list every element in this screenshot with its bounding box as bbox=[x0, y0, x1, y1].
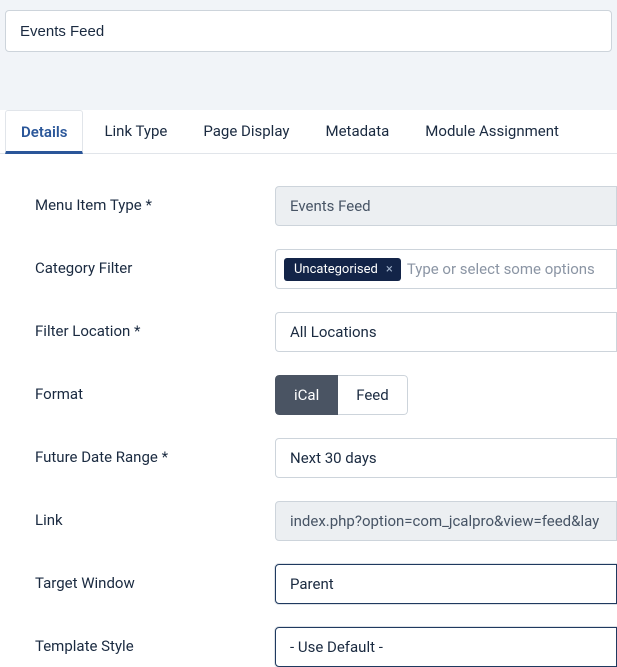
tab-page-display[interactable]: Page Display bbox=[188, 110, 304, 153]
menu-item-type-field[interactable]: Events Feed bbox=[275, 186, 617, 226]
label-future-date-range: Future Date Range * bbox=[35, 438, 275, 466]
format-feed-button[interactable]: Feed bbox=[338, 375, 408, 415]
format-toggle: iCal Feed bbox=[275, 375, 408, 415]
label-format: Format bbox=[35, 375, 275, 403]
filter-location-select[interactable]: All Locations bbox=[275, 312, 617, 352]
category-filter-placeholder: Type or select some options bbox=[407, 260, 595, 278]
tab-metadata[interactable]: Metadata bbox=[310, 110, 404, 153]
label-menu-item-type: Menu Item Type * bbox=[35, 186, 275, 214]
category-tag-label: Uncategorised bbox=[294, 262, 378, 277]
link-field: index.php?option=com_jcalpro&view=feed&l… bbox=[275, 501, 617, 541]
tab-details[interactable]: Details bbox=[5, 110, 83, 154]
target-window-select[interactable]: Parent bbox=[275, 564, 617, 604]
tag-remove-icon[interactable]: × bbox=[384, 262, 395, 277]
label-category-filter: Category Filter bbox=[35, 249, 275, 277]
format-ical-button[interactable]: iCal bbox=[275, 375, 338, 415]
template-style-select[interactable]: - Use Default - bbox=[275, 627, 617, 667]
label-template-style: Template Style bbox=[35, 627, 275, 655]
label-link: Link bbox=[35, 501, 275, 529]
category-filter-field[interactable]: Uncategorised × Type or select some opti… bbox=[275, 249, 617, 289]
label-target-window: Target Window bbox=[35, 564, 275, 592]
tab-link-type[interactable]: Link Type bbox=[89, 110, 182, 153]
details-panel: Menu Item Type * Events Feed Category Fi… bbox=[0, 154, 617, 667]
tabs: Details Link Type Page Display Metadata … bbox=[0, 110, 617, 154]
category-tag: Uncategorised × bbox=[284, 258, 401, 281]
tab-module-assignment[interactable]: Module Assignment bbox=[410, 110, 574, 153]
title-input[interactable] bbox=[5, 10, 612, 52]
future-date-range-select[interactable]: Next 30 days bbox=[275, 438, 617, 478]
label-filter-location: Filter Location * bbox=[35, 312, 275, 340]
